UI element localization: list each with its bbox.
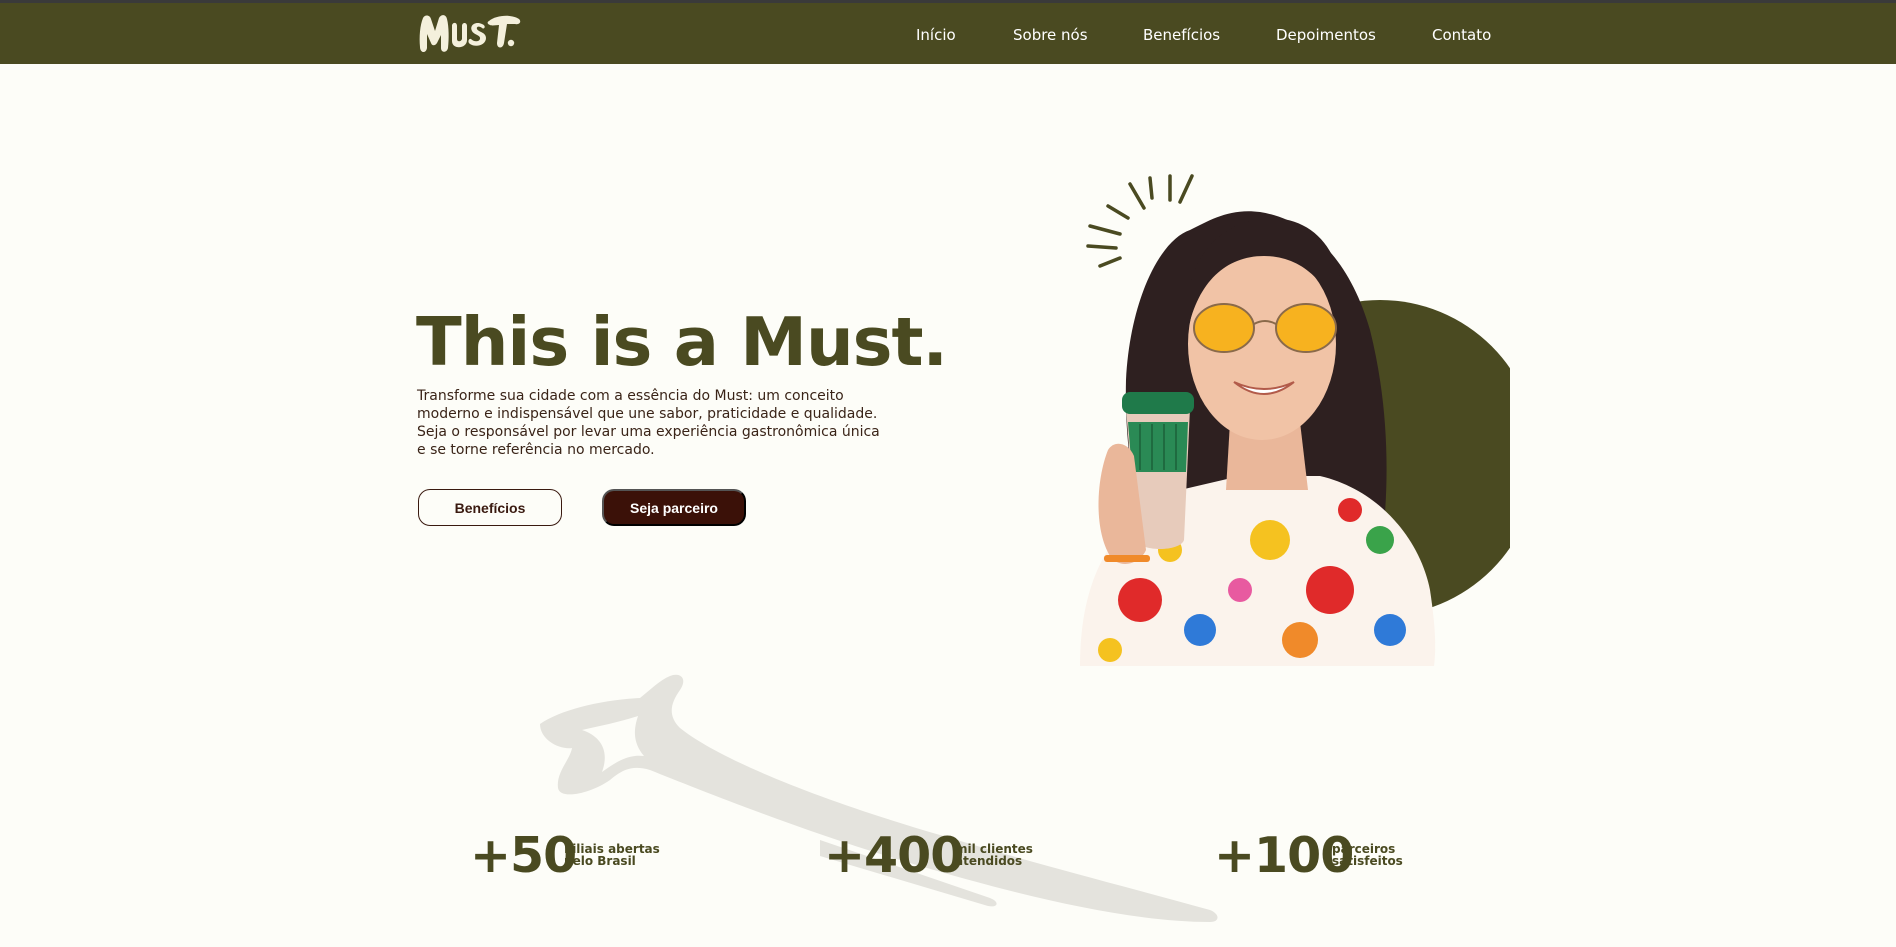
nav-sobre-nos[interactable]: Sobre nós (1013, 25, 1088, 45)
stat-label: Filiais abertas pelo Brasil (564, 842, 660, 868)
must-logo[interactable] (416, 9, 522, 57)
nav-depoimentos[interactable]: Depoimentos (1276, 25, 1376, 45)
beneficios-button[interactable]: Benefícios (418, 489, 562, 526)
smiling-woman-with-coffee-cup-icon (1080, 174, 1510, 666)
nav-contato[interactable]: Contato (1432, 25, 1491, 45)
stat-parceiros: +100 parceiros satisfeitos (1214, 826, 1434, 886)
stat-clientes: +400 mil clientes atendidos (824, 826, 1044, 886)
seja-parceiro-button[interactable]: Seja parceiro (602, 489, 746, 526)
hero-description: Transforme sua cidade com a essência do … (417, 388, 880, 458)
nav-beneficios[interactable]: Benefícios (1143, 25, 1220, 45)
stat-number: +400 (824, 827, 964, 884)
fork-background-illustration (540, 674, 1218, 922)
hero-title: This is a Must. (416, 303, 948, 381)
navbar: Início Sobre nós Benefícios Depoimentos … (0, 3, 1896, 64)
stat-filiais: +50 Filiais abertas pelo Brasil (470, 826, 670, 886)
nav-inicio[interactable]: Início (916, 25, 956, 45)
stat-label: mil clientes atendidos (955, 842, 1033, 868)
stat-number: +50 (470, 827, 577, 884)
stat-label: parceiros satisfeitos (1332, 842, 1403, 868)
